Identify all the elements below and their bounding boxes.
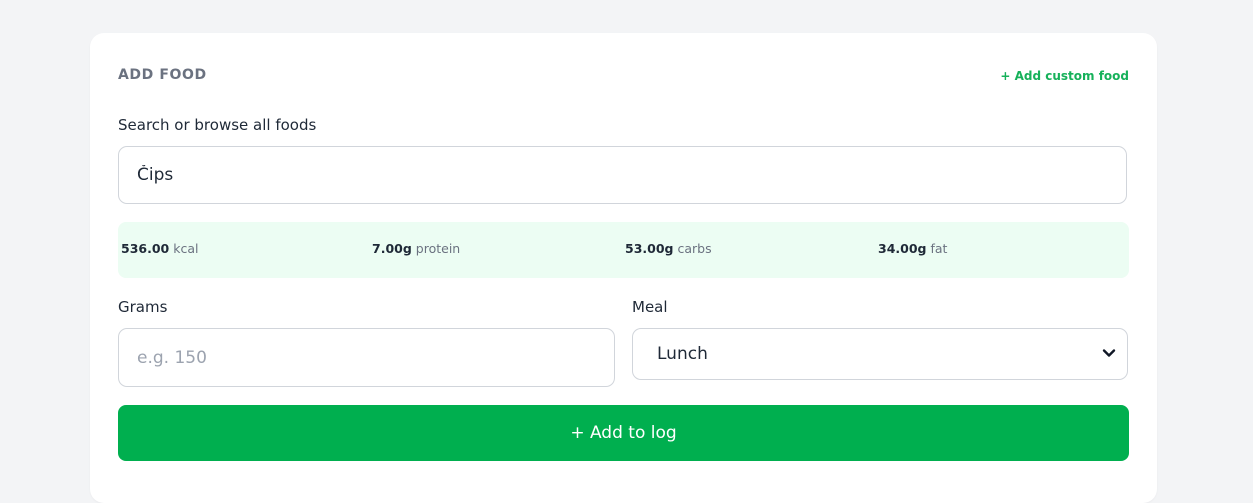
protein-value: 7.00g <box>372 241 412 256</box>
add-custom-food-link[interactable]: + Add custom food <box>1000 69 1129 83</box>
card-title: ADD FOOD <box>118 67 207 83</box>
chevron-down-icon <box>1102 349 1116 357</box>
grams-label: Grams <box>118 298 168 316</box>
add-to-log-button[interactable]: + Add to log <box>118 405 1129 461</box>
search-label: Search or browse all foods <box>118 116 317 134</box>
grams-input[interactable] <box>118 328 615 387</box>
carbs-value: 53.00g <box>625 241 674 256</box>
add-food-card: ADD FOOD + Add custom food Search or bro… <box>90 33 1157 503</box>
kcal-value: 536.00 <box>121 241 170 256</box>
macro-fat: 34.00g fat <box>878 241 947 256</box>
macro-carbs: 53.00g carbs <box>625 241 712 256</box>
meal-select[interactable]: Lunch <box>632 328 1128 380</box>
meal-selected-value: Lunch <box>657 344 708 364</box>
macro-summary: 536.00 kcal 7.00g protein 53.00g carbs 3… <box>118 222 1129 278</box>
meal-label: Meal <box>632 298 668 316</box>
macro-protein: 7.00g protein <box>372 241 460 256</box>
fat-value: 34.00g <box>878 241 927 256</box>
card-header: ADD FOOD + Add custom food <box>118 67 1129 87</box>
fat-unit: fat <box>930 241 948 256</box>
macro-kcal: 536.00 kcal <box>121 241 198 256</box>
food-search-input[interactable] <box>118 146 1127 204</box>
protein-unit: protein <box>415 241 461 256</box>
kcal-unit: kcal <box>173 241 199 256</box>
carbs-unit: carbs <box>677 241 712 256</box>
